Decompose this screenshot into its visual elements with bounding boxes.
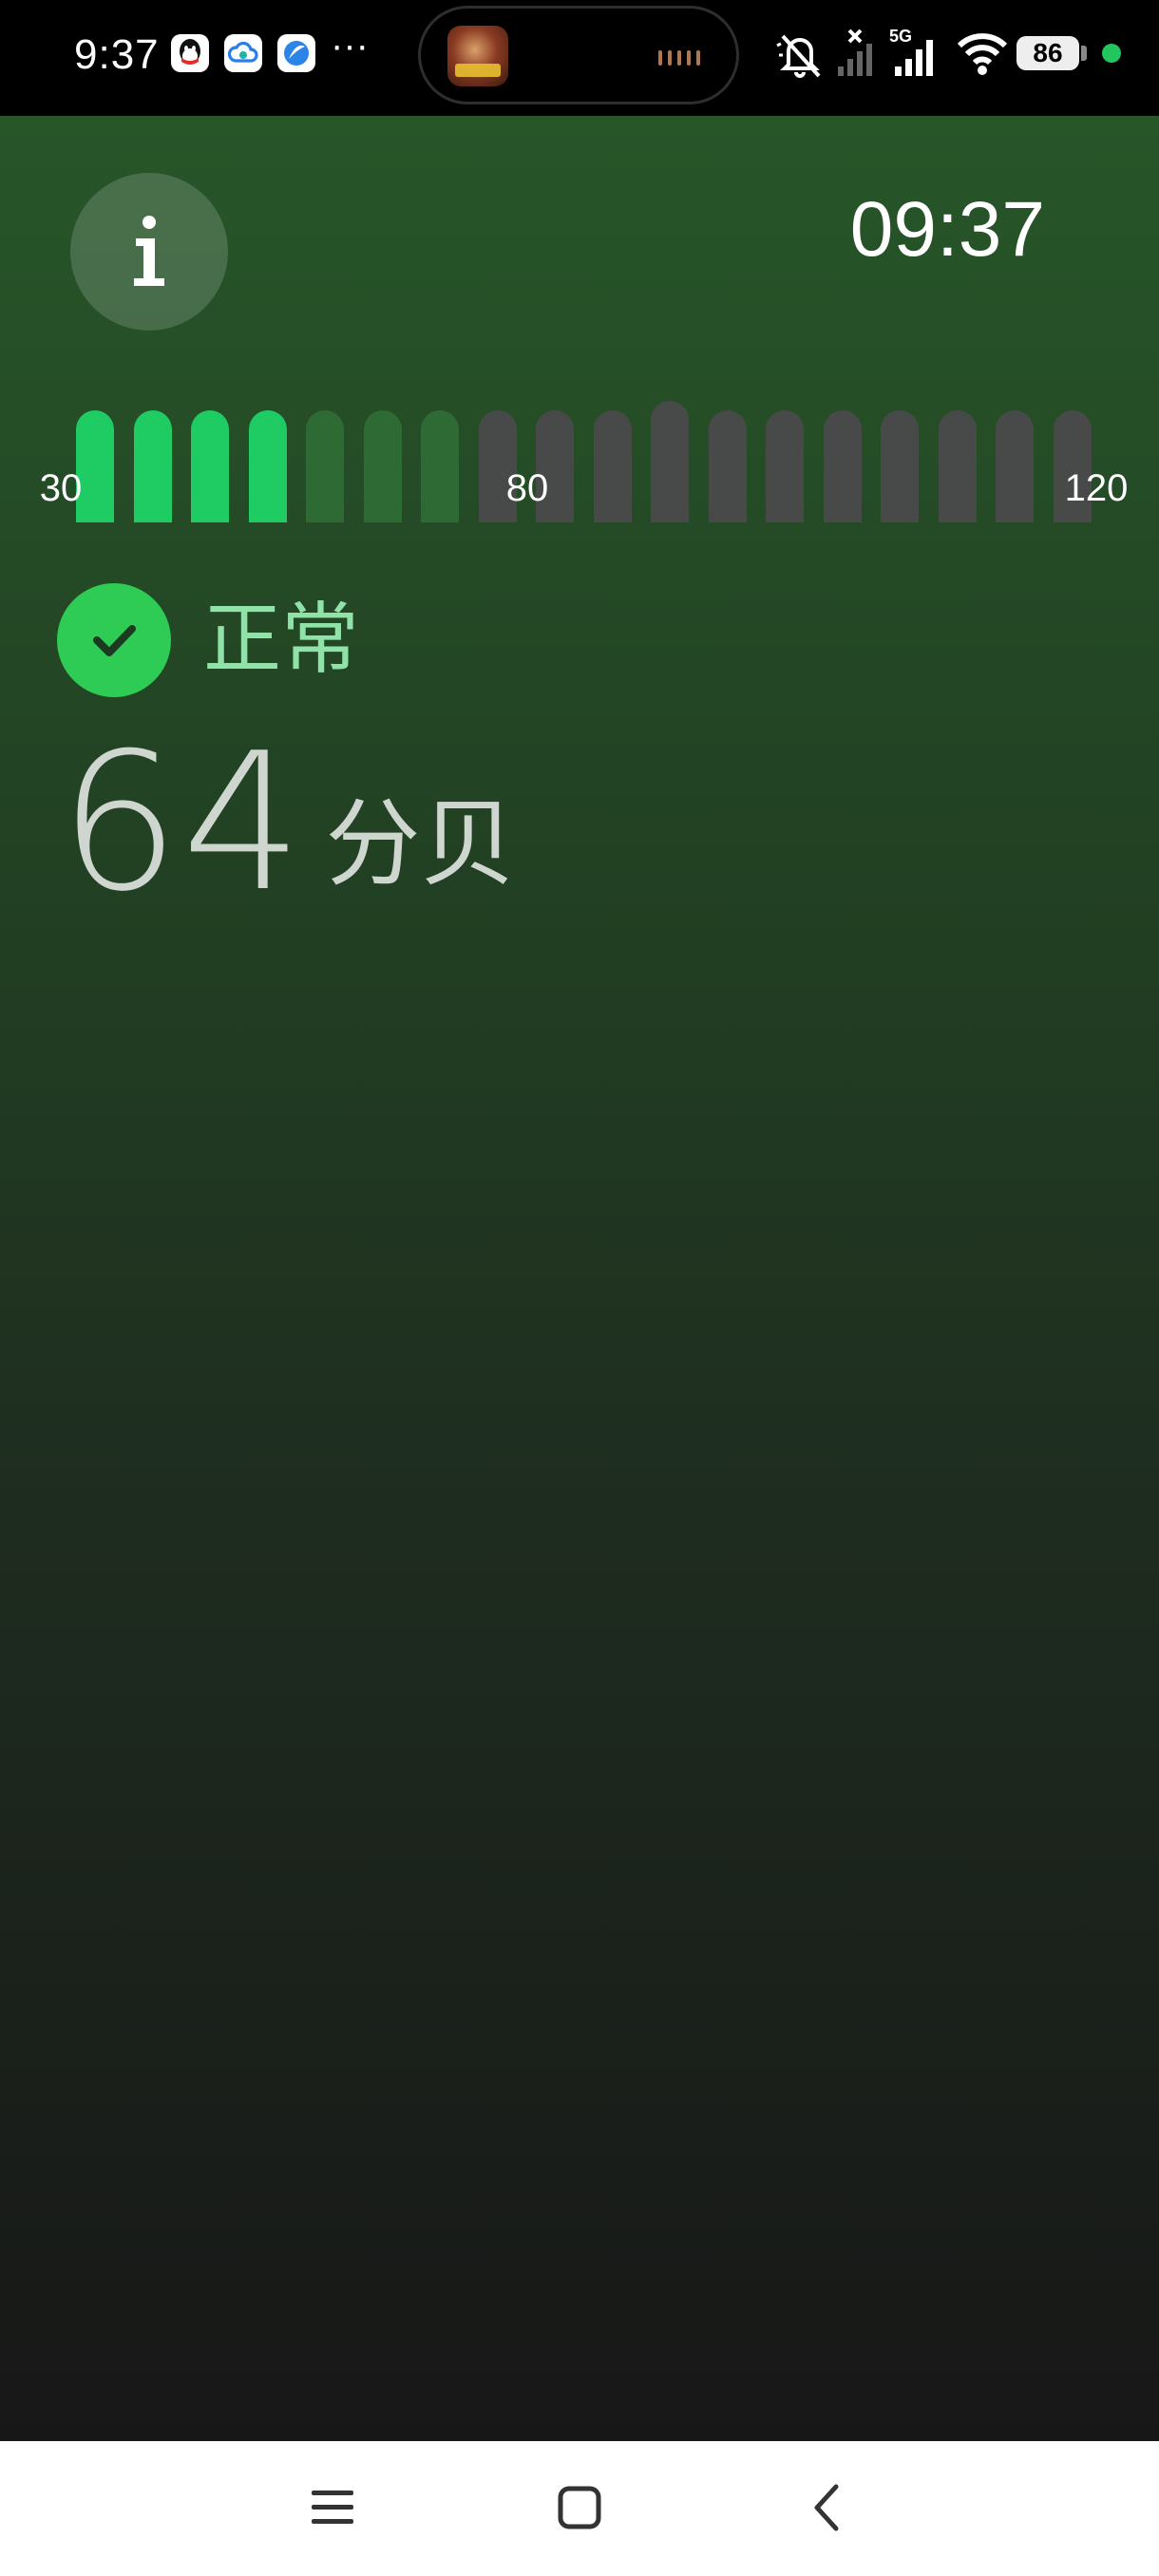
meter-bar [938,410,977,522]
back-icon [814,2484,839,2531]
meter-bar [996,410,1034,522]
back-button[interactable] [788,2470,864,2546]
status-label: 正常 [203,595,360,685]
sound-meter-app: 09:37 30 80 120 正常 64 分贝 [0,116,1159,2441]
browser-icon [277,34,315,72]
battery-tip [1081,46,1087,61]
signal-off-icon [838,28,872,76]
audio-wave-icon [658,50,700,66]
status-row: 正常 [57,581,359,699]
meter-bar [651,401,689,522]
meter-bar [881,410,919,522]
screen: 9:37 ··· 5G 86 09:37 30 80 120 正常 64 分贝 [0,0,1159,2576]
mute-icon [776,34,821,78]
menu-icon [312,2491,353,2524]
5g-signal-icon: 5G [889,27,933,76]
home-button[interactable] [542,2470,618,2546]
scale-label-max: 120 [1064,467,1129,509]
privacy-dot [1102,44,1121,63]
status-bar: 9:37 ··· 5G 86 [0,0,1159,116]
meter-bar [306,410,344,522]
scale-label-mid: 80 [505,467,549,509]
cloud-icon [224,34,262,72]
navigation-bar [0,2441,1159,2576]
status-badge [57,583,171,697]
meter-bar [248,410,287,522]
more-notifications: ··· [331,25,369,66]
dynamic-island[interactable] [418,6,739,104]
meter-bar [363,410,402,522]
scale-label-min: 30 [39,467,83,509]
svg-text:5G: 5G [889,27,912,46]
meter-bar [191,410,229,522]
meter-bar [593,410,632,522]
meter-bar [708,410,747,522]
home-icon [558,2486,601,2529]
decibel-meter: 30 80 120 [0,116,1159,543]
decibel-reading: 64 分贝 [59,724,516,923]
meter-bar [823,410,862,522]
meter-bar [421,410,459,522]
status-time: 9:37 [74,31,160,78]
meter-bar [133,410,172,522]
check-icon [93,625,136,656]
meter-bar [766,410,804,522]
battery-indicator: 86 [1016,36,1079,70]
media-thumbnail [447,26,508,86]
qq-icon [171,34,209,72]
decibel-unit: 分贝 [325,788,516,900]
menu-button[interactable] [294,2470,370,2546]
wifi-icon [957,33,1008,75]
decibel-value: 64 [59,712,305,934]
